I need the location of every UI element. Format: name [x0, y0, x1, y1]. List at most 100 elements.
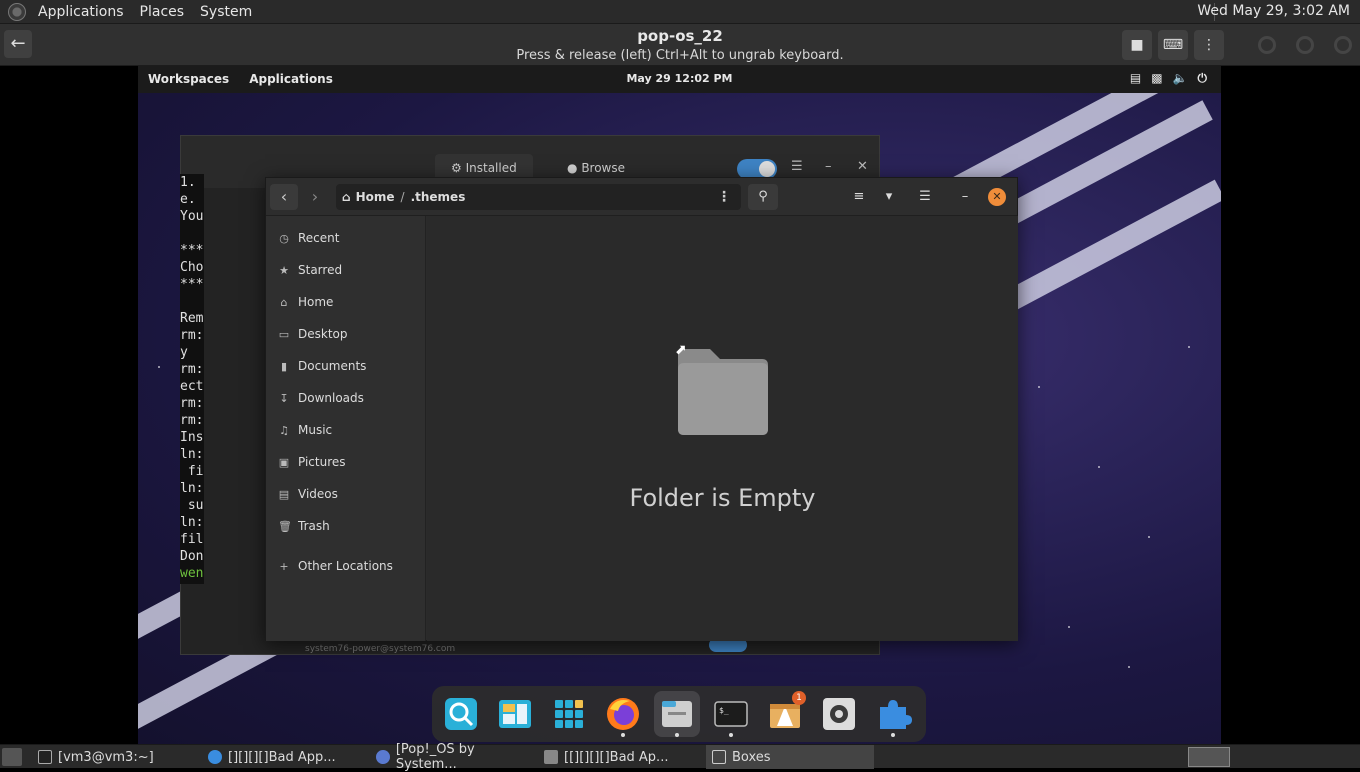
dock-files[interactable] [654, 691, 700, 737]
task-label: Boxes [732, 749, 771, 765]
boxes-header-bar: ← pop-os_22 Press & release (left) Ctrl+… [0, 24, 1360, 66]
notification-badge: 1 [792, 691, 806, 705]
host-menu-places[interactable]: Places [132, 4, 193, 20]
taskbar-task-browser-1[interactable]: [][][][]Bad App... [202, 745, 370, 769]
guest-clock[interactable]: May 29 12:02 PM [138, 72, 1221, 85]
path-menu-icon[interactable]: ⋮ [717, 189, 731, 205]
file-view[interactable]: ⬈ Folder is Empty [427, 216, 1018, 641]
main-menu-button[interactable]: ☰ [910, 184, 940, 210]
path-home-label: Home [355, 190, 395, 204]
sidebar-item-recent[interactable]: ◷ Recent [266, 222, 425, 254]
taskbar-task-browser-2[interactable]: [Pop!_OS by System... [370, 742, 538, 772]
dock-firefox[interactable] [600, 691, 646, 737]
window-minimize-icon[interactable] [1258, 36, 1276, 54]
taskbar-task-folder[interactable]: [[][][][]Bad Ap... [538, 745, 706, 769]
sidebar-item-label: Videos [298, 487, 338, 501]
sidebar-item-music[interactable]: ♫ Music [266, 414, 425, 446]
close-button[interactable]: ✕ [988, 188, 1006, 206]
stop-button[interactable]: ■ [1122, 30, 1152, 60]
view-options-dropdown[interactable]: ▾ [874, 184, 904, 210]
extension-author-email: system76-power@system76.com [305, 644, 456, 654]
places-sidebar: ◷ Recent ★ Starred ⌂ Home ▭ Desktop ▮ Documen… [266, 216, 426, 641]
sidebar-item-trash[interactable]: 🗑 Trash [266, 510, 425, 542]
minimize-button[interactable]: – [950, 184, 980, 210]
browser-icon [208, 750, 222, 764]
sidebar-item-label: Starred [298, 263, 343, 277]
path-home-button[interactable]: ⌂ Home [336, 190, 401, 204]
terminal-line: *** [180, 243, 204, 258]
host-menu-system[interactable]: System [192, 4, 260, 20]
host-menu-applications[interactable]: Applications [30, 4, 132, 20]
shop-toggle-switch[interactable] [737, 159, 777, 179]
mouse-pointer-icon: ⬈ [675, 342, 687, 358]
ungrab-hint: Press & release (left) Ctrl+Alt to ungra… [516, 48, 844, 63]
clock-icon: ◷ [279, 231, 289, 245]
tab-browse-label: Browse [581, 161, 626, 175]
view-list-button[interactable]: ≡ [844, 184, 874, 210]
sidebar-item-starred[interactable]: ★ Starred [266, 254, 425, 286]
taskbar-task-boxes[interactable]: Boxes [706, 745, 874, 769]
dock-workspaces[interactable] [492, 691, 538, 737]
more-options-button[interactable]: ⋮ [1194, 30, 1224, 60]
shop-minimize-icon[interactable]: – [825, 159, 832, 174]
back-nav-button[interactable]: ‹ [270, 184, 298, 210]
task-label: [vm3@vm3:~] [58, 749, 154, 765]
path-bar: ⌂ Home / .themes ⋮ [336, 184, 741, 210]
star-icon: ★ [279, 263, 289, 277]
shop-close-icon[interactable]: ✕ [857, 159, 868, 174]
minimize-icon: – [961, 189, 969, 204]
search-button[interactable]: ⚲ [748, 184, 778, 210]
terminal-prompt: wen [180, 566, 204, 581]
window-maximize-icon[interactable] [1296, 36, 1314, 54]
sidebar-item-pictures[interactable]: ▣ Pictures [266, 446, 425, 478]
download-icon: ↧ [279, 391, 289, 405]
sidebar-item-desktop[interactable]: ▭ Desktop [266, 318, 425, 350]
terminal-window[interactable]: 1. e. You *** Cho *** Rem rm: y rm: ect rm: rm: Ins… [180, 174, 204, 584]
forward-nav-button[interactable]: › [301, 184, 329, 210]
power-icon[interactable]: ⏻ [1198, 71, 1208, 86]
sidebar-item-label: Downloads [298, 391, 364, 405]
send-keys-button[interactable]: ⌨ [1158, 30, 1188, 60]
home-icon: ⌂ [342, 190, 351, 204]
sidebar-item-label: Recent [298, 231, 340, 245]
show-desktop-button[interactable] [2, 748, 22, 766]
task-label: [[][][][]Bad Ap... [564, 749, 669, 765]
browser-icon [376, 750, 390, 764]
vm-display[interactable]: Workspaces Applications May 29 12:02 PM … [138, 66, 1221, 744]
sidebar-item-downloads[interactable]: ↧ Downloads [266, 382, 425, 414]
workspace-switcher[interactable] [1188, 747, 1230, 767]
sidebar-item-documents[interactable]: ▮ Documents [266, 350, 425, 382]
taskbar-task-terminal[interactable]: [vm3@vm3:~] [32, 745, 202, 769]
network-icon[interactable]: ▩ [1151, 71, 1162, 86]
sidebar-item-other-locations[interactable]: + Other Locations [266, 550, 425, 582]
dock-app-library[interactable] [546, 691, 592, 737]
terminal-line: ln: [180, 447, 204, 462]
star [1128, 666, 1130, 668]
terminal-line: You [180, 209, 204, 224]
star [1148, 536, 1150, 538]
hamburger-icon: ☰ [919, 189, 931, 204]
picture-icon: ▣ [278, 455, 290, 469]
terminal-icon: $_ [714, 701, 748, 727]
dock-terminal[interactable]: $_ [708, 691, 754, 737]
window-close-icon[interactable] [1334, 36, 1352, 54]
volume-icon[interactable]: 🔈 [1173, 71, 1188, 86]
file-manager-window[interactable]: ‹ › ⌂ Home / .themes ⋮ ⚲ ≡ ▾ ☰ – ✕ ◷ Rec… [265, 177, 1018, 641]
terminal-line: ln: [180, 515, 204, 530]
sidebar-item-home[interactable]: ⌂ Home [266, 286, 425, 318]
dock-pop-shop[interactable]: 1 [762, 691, 808, 737]
music-icon: ♫ [279, 423, 289, 437]
host-clock[interactable]: Wed May 29, 3:02 AM [1197, 3, 1350, 19]
empty-folder-message: Folder is Empty [629, 484, 816, 512]
system-logo-icon[interactable] [8, 2, 26, 21]
chevron-down-icon: ▾ [885, 189, 893, 204]
shop-menu-icon[interactable]: ☰ [791, 159, 803, 174]
dock-launcher[interactable] [438, 691, 484, 737]
dock-settings[interactable] [816, 691, 862, 737]
path-themes-button[interactable]: .themes [405, 190, 472, 204]
display-icon[interactable]: ▤ [1130, 71, 1141, 86]
dock-extensions[interactable] [870, 691, 916, 737]
sidebar-item-videos[interactable]: ▤ Videos [266, 478, 425, 510]
